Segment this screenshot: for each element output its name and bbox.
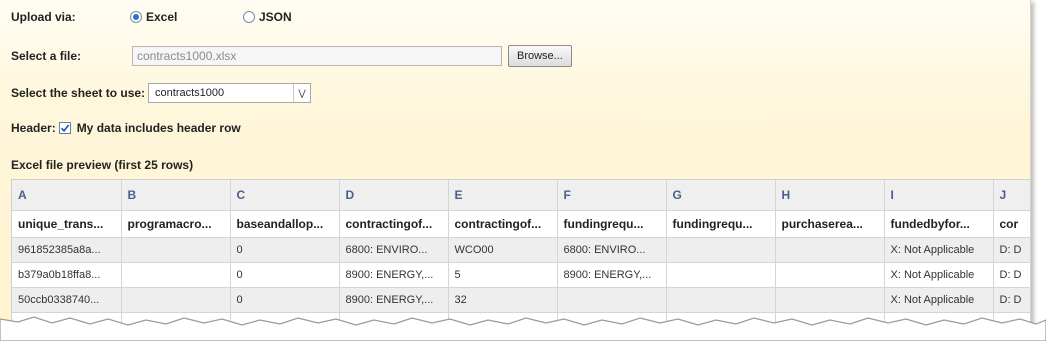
file-path-field[interactable]: contracts1000.xlsx — [132, 46, 502, 66]
table-cell: D: D — [993, 262, 1030, 288]
table-cell — [775, 312, 885, 330]
table-cell — [12, 312, 122, 330]
table-cell — [666, 312, 776, 330]
column-letter: H — [775, 180, 885, 211]
column-letter: A — [12, 180, 122, 211]
header-checkbox[interactable] — [58, 122, 71, 134]
table-cell — [884, 312, 994, 330]
radio-excel[interactable]: Excel — [130, 10, 235, 24]
table-cell: 8900: ENERGY,... — [557, 262, 667, 288]
sheet-select[interactable]: contracts1000 ⋁ — [148, 83, 312, 103]
header-cell: purchaserea... — [775, 210, 885, 238]
table-cell: D: D — [993, 237, 1030, 263]
preview-table-container[interactable]: A B C D E F G H I J unique_trans... prog… — [11, 179, 1030, 330]
chevron-down-icon[interactable]: ⋁ — [293, 84, 310, 102]
table-cell — [121, 312, 231, 330]
preview-title: Excel file preview (first 25 rows) — [11, 158, 194, 172]
table-cell: X: Not Applicable — [884, 237, 994, 263]
table-cell: WCO00 — [448, 237, 558, 263]
table-cell — [121, 287, 231, 313]
header-cell: contractingof... — [448, 210, 558, 238]
header-cell: programacro... — [121, 210, 231, 238]
header-cell: unique_trans... — [12, 210, 122, 238]
table-cell — [666, 262, 776, 288]
table-cell: 5 — [448, 262, 558, 288]
sheet-select-value[interactable]: contracts1000 — [149, 87, 293, 99]
table-cell: 961852385a8a... — [12, 237, 122, 263]
table-cell — [775, 287, 885, 313]
column-letter: D — [339, 180, 449, 211]
radio-json-indicator[interactable] — [243, 11, 255, 23]
radio-excel-indicator[interactable] — [130, 11, 142, 23]
table-cell — [666, 287, 776, 313]
browse-button[interactable]: Browse... — [508, 45, 572, 67]
table-cell: 50ccb0338740... — [12, 287, 122, 313]
select-sheet-row: Select the sheet to use: contracts1000 ⋁ — [11, 83, 312, 103]
table-cell: b379a0b18ffa8... — [12, 262, 122, 288]
table-cell — [993, 312, 1030, 330]
table-row: b379a0b18ffa8... 0 8900: ENERGY,... 5 89… — [12, 262, 1030, 288]
column-letter: E — [448, 180, 558, 211]
table-cell — [448, 312, 558, 330]
table-row: 961852385a8a... 0 6800: ENVIRO... WCO00 … — [12, 237, 1030, 263]
header-label: Header: — [11, 121, 56, 135]
upload-panel: Upload via: Excel JSON Select a file: co… — [0, 0, 1031, 330]
select-sheet-label: Select the sheet to use: — [11, 86, 146, 100]
column-letter: I — [884, 180, 994, 211]
column-letter: F — [557, 180, 667, 211]
table-row — [12, 312, 1030, 330]
table-cell: 0 — [230, 237, 340, 263]
table-cell — [121, 262, 231, 288]
header-cell: fundingrequ... — [557, 210, 667, 238]
table-cell — [666, 237, 776, 263]
radio-json[interactable]: JSON — [243, 10, 292, 24]
data-header-row: unique_trans... programacro... baseandal… — [12, 210, 1030, 238]
table-cell: 8900: ENERGY,... — [339, 287, 449, 313]
radio-excel-label[interactable]: Excel — [146, 10, 177, 24]
upload-via-label: Upload via: — [11, 10, 76, 24]
header-row-option: Header: My data includes header row — [11, 121, 241, 135]
select-file-label: Select a file: — [11, 49, 82, 63]
checkmark-icon — [60, 124, 69, 133]
table-row: 50ccb0338740... 0 8900: ENERGY,... 32 X:… — [12, 287, 1030, 313]
column-letter: J — [993, 180, 1030, 211]
preview-table: A B C D E F G H I J unique_trans... prog… — [12, 180, 1030, 330]
header-cell: fundedbyfor... — [884, 210, 994, 238]
header-cell: contractingof... — [339, 210, 449, 238]
header-cell: baseandallop... — [230, 210, 340, 238]
upload-via-row: Upload via: Excel JSON — [11, 10, 300, 24]
header-cell: fundingrequ... — [666, 210, 776, 238]
select-file-row: Select a file: contracts1000.xlsx Browse… — [11, 45, 572, 67]
column-letter: C — [230, 180, 340, 211]
header-cell: cor — [993, 210, 1030, 238]
preview-title-row: Excel file preview (first 25 rows) — [11, 158, 193, 172]
table-cell — [339, 312, 449, 330]
table-cell: 6800: ENVIRO... — [557, 237, 667, 263]
header-checkbox-label[interactable]: My data includes header row — [77, 121, 241, 135]
table-cell — [230, 312, 340, 330]
table-cell: X: Not Applicable — [884, 287, 994, 313]
column-letter: B — [121, 180, 231, 211]
column-letter: G — [666, 180, 776, 211]
table-cell — [775, 237, 885, 263]
table-cell: 0 — [230, 262, 340, 288]
radio-json-label[interactable]: JSON — [259, 10, 292, 24]
table-cell — [557, 287, 667, 313]
table-cell: X: Not Applicable — [884, 262, 994, 288]
table-cell: D: D — [993, 287, 1030, 313]
table-cell — [557, 312, 667, 330]
table-cell — [121, 237, 231, 263]
table-cell: 32 — [448, 287, 558, 313]
column-letter-row: A B C D E F G H I J — [12, 180, 1030, 211]
table-cell — [775, 262, 885, 288]
table-cell: 6800: ENVIRO... — [339, 237, 449, 263]
table-cell: 8900: ENERGY,... — [339, 262, 449, 288]
table-cell: 0 — [230, 287, 340, 313]
